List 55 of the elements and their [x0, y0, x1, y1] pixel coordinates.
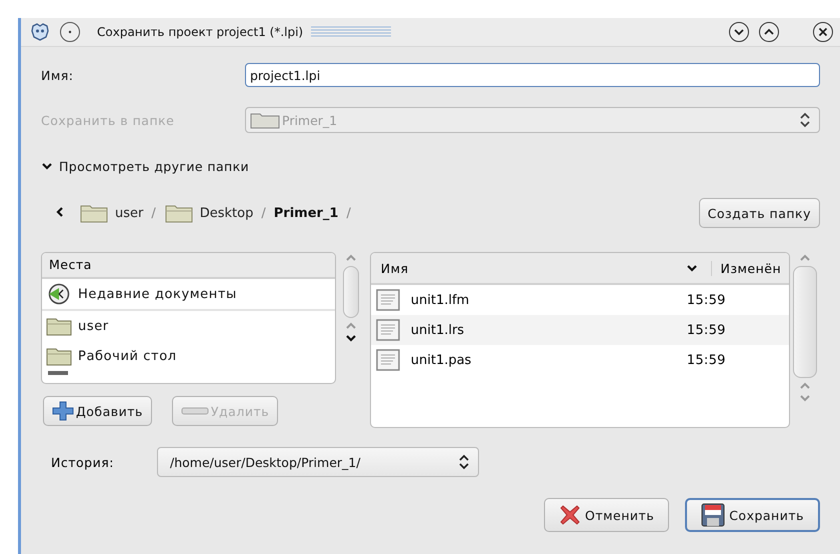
- place-item[interactable]: Недавние документы: [42, 279, 335, 311]
- modified-time: 15:59: [686, 352, 726, 368]
- column-header[interactable]: Места: [42, 253, 335, 279]
- clock-icon: [46, 283, 72, 305]
- updown-icon: [799, 112, 811, 128]
- sort-caret-icon: [685, 263, 700, 273]
- folder-icon: [250, 111, 280, 129]
- scrollbar-thumb[interactable]: [342, 266, 359, 318]
- path-separator: /: [346, 206, 351, 220]
- place-item[interactable]: user: [42, 311, 335, 341]
- scroll-down-icon[interactable]: [344, 334, 357, 342]
- cancel-button[interactable]: Отменить: [544, 498, 670, 532]
- minimize-button[interactable]: [728, 21, 750, 43]
- plus-icon: [52, 401, 74, 421]
- document-icon: [374, 349, 401, 371]
- name-field[interactable]: project1.lpi: [245, 63, 820, 87]
- path-separator: /: [261, 206, 266, 220]
- document-icon: [374, 319, 401, 341]
- close-button[interactable]: [812, 21, 834, 43]
- path-separator: /: [151, 206, 156, 220]
- modified-time: 15:59: [686, 322, 726, 338]
- updown-icon: [458, 454, 470, 470]
- scroll-up-icon[interactable]: [798, 382, 812, 390]
- cross-icon: [559, 504, 581, 526]
- maximize-button[interactable]: [758, 21, 780, 43]
- place-item[interactable]: Рабочий стол: [42, 341, 335, 371]
- window-menu-button[interactable]: [59, 21, 81, 43]
- column-header[interactable]: Имя: [370, 260, 686, 276]
- create-folder-button[interactable]: Создать папку: [698, 198, 820, 228]
- scrollbar-thumb[interactable]: [793, 266, 818, 378]
- file-name: unit1.lfm: [410, 292, 470, 308]
- browse-folders-expander[interactable]: Просмотреть другие папки: [41, 158, 250, 174]
- chevron-icon: [41, 161, 53, 171]
- add-button[interactable]: Добавить: [43, 396, 152, 426]
- modified-time: 15:59: [686, 292, 726, 308]
- minus-icon: [180, 406, 209, 416]
- save-in-label: Сохранить в папке: [41, 112, 176, 128]
- history-label: История:: [51, 454, 115, 470]
- file-row[interactable]: unit1.pas 15:59: [370, 345, 790, 375]
- window-title: Сохранить проект project1 (*.lpi): [97, 25, 304, 39]
- scroll-up-icon[interactable]: [344, 254, 357, 262]
- path-button[interactable]: Desktop: [162, 202, 256, 224]
- column-header[interactable]: Изменён: [711, 260, 790, 276]
- history-dropdown[interactable]: /home/user/Desktop/Primer_1/: [157, 447, 479, 477]
- name-label: Имя:: [41, 68, 75, 82]
- path-button[interactable]: Primer_1: [272, 206, 340, 220]
- app-icon: [29, 22, 51, 42]
- scroll-up-icon[interactable]: [798, 254, 812, 262]
- save-button[interactable]: Сохранить: [685, 498, 820, 532]
- file-row[interactable]: unit1.lfm 15:59: [370, 285, 790, 315]
- path-button[interactable]: user: [77, 202, 146, 224]
- file-name: unit1.lrs: [410, 322, 466, 338]
- file-row[interactable]: unit1.lrs 15:59: [370, 315, 790, 345]
- document-icon: [374, 289, 401, 311]
- file-name: unit1.pas: [410, 352, 472, 368]
